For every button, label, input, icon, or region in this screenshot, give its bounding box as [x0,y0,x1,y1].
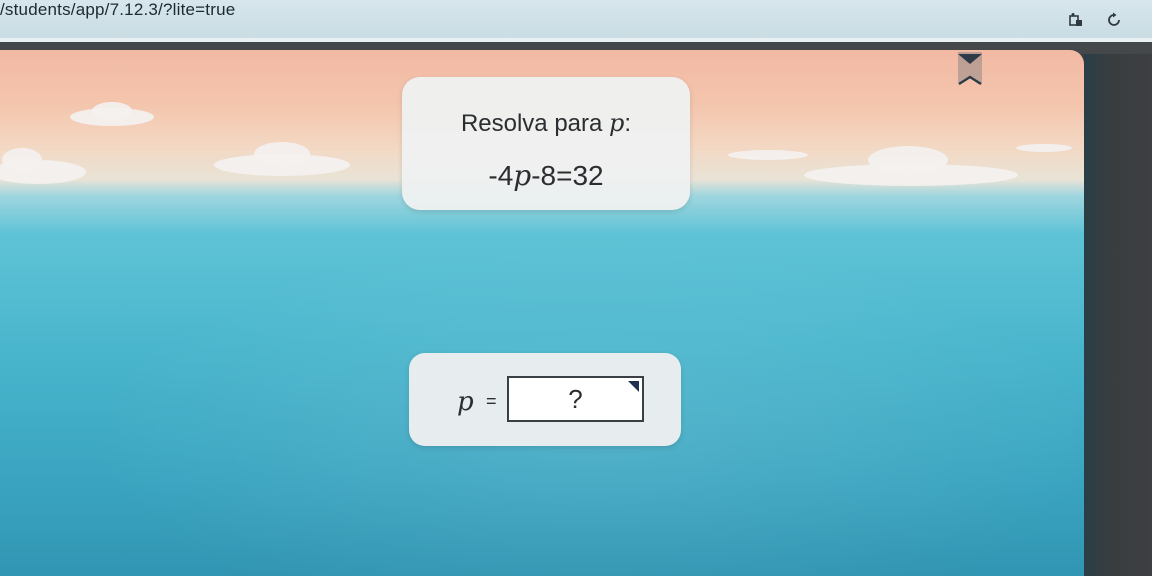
browser-bar: /students/app/7.12.3/?lite=true [0,0,1152,40]
input-corner-marker-icon [628,381,639,392]
answer-input-value: ? [568,383,583,414]
url-text[interactable]: /students/app/7.12.3/?lite=true [0,0,235,22]
equation-coefficient: -4 [488,160,514,191]
cloud [868,146,948,174]
prompt-variable: p [609,109,625,137]
equation-rest: -8=32 [531,160,604,191]
answer-card: p = ? [409,353,681,446]
extension-icon[interactable] [1064,8,1088,32]
equation-variable: p [513,159,532,192]
prompt: Resolva para p: [402,109,690,138]
prompt-colon: : [624,110,632,137]
cloud [1016,144,1072,152]
cloud [254,142,310,166]
question-card: Resolva para p: -4p-8=32 [402,77,690,210]
right-dark-edge [1084,54,1152,576]
answer-input[interactable]: ? [507,376,644,422]
prompt-text: Resolva para [460,110,610,137]
cloud [728,150,808,160]
cloud [92,102,132,120]
equation: -4p-8=32 [402,159,690,192]
refresh-icon[interactable] [1102,8,1126,32]
answer-variable: p [457,387,474,417]
bookmark-ribbon-icon[interactable] [956,50,984,88]
cloud [2,148,42,172]
answer-equals: = [486,391,497,411]
